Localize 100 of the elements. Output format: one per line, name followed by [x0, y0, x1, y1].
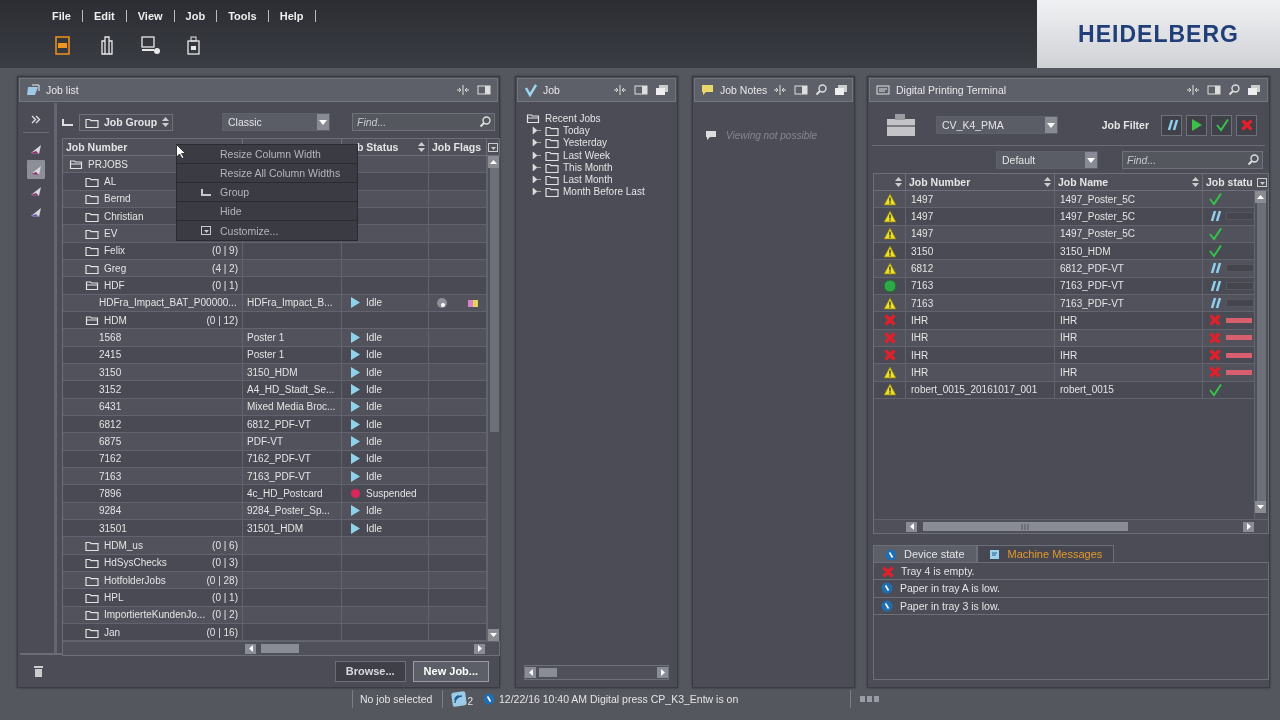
group-label[interactable]: HDM — [104, 314, 127, 326]
view-dropdown[interactable]: Classic — [222, 113, 330, 131]
sort-icon — [1192, 177, 1199, 187]
menu-item[interactable]: File — [52, 10, 71, 22]
menu-item[interactable]: Help — [279, 10, 304, 22]
group-label[interactable]: Greg — [104, 262, 127, 274]
tab[interactable]: Device state — [873, 545, 977, 562]
expand-icon[interactable] — [532, 162, 541, 172]
search-icon[interactable] — [1247, 154, 1259, 166]
table-cell: 4c_HD_Postcard — [243, 485, 342, 502]
tree-item[interactable]: This Month — [563, 161, 613, 173]
tree-item[interactable]: Last Week — [563, 149, 611, 161]
group-label[interactable]: ImportierteKundenJo... — [104, 609, 206, 621]
panel-title: Job Notes — [720, 84, 768, 96]
expand-icon[interactable] — [31, 115, 41, 124]
job-status: Idle — [366, 297, 383, 309]
table-cell: 1497_Poster_5C — [1055, 208, 1203, 225]
folders-icon[interactable] — [834, 84, 849, 96]
check-filter-icon — [1214, 118, 1229, 132]
menu-item[interactable]: Job — [185, 10, 206, 22]
expand-icon[interactable] — [532, 187, 541, 197]
group-select[interactable]: Job Group — [79, 113, 173, 131]
column-header[interactable]: Job Flags — [429, 139, 487, 155]
expand-icon[interactable] — [532, 150, 541, 160]
group-label[interactable]: HotfolderJobs — [104, 574, 166, 586]
scrollbar-thumb[interactable] — [261, 644, 299, 654]
columns-icon[interactable] — [488, 142, 498, 152]
columns-icon[interactable] — [1257, 177, 1267, 187]
pause-filter-button[interactable] — [1161, 114, 1182, 136]
device-dropdown[interactable]: CV_K4_PMA — [936, 116, 1058, 134]
scrollbar-thumb[interactable] — [539, 668, 557, 677]
new-job-button[interactable]: New Job... — [412, 660, 489, 682]
tab[interactable]: Machine Messages — [976, 545, 1115, 562]
group-label[interactable]: Jan — [104, 626, 121, 638]
trash-icon[interactable] — [34, 665, 43, 677]
table-cell: IHR — [1055, 312, 1203, 329]
horizontal-scrollbar[interactable] — [874, 519, 1268, 533]
menu-item[interactable]: View — [137, 10, 163, 22]
menu-item[interactable]: Edit — [93, 10, 115, 22]
tree-item[interactable]: Recent Jobs — [545, 112, 601, 124]
expand-icon[interactable] — [532, 138, 541, 148]
group-label[interactable]: Bernd — [104, 193, 131, 205]
item-count: (0 | 9) — [212, 245, 239, 257]
horizontal-scrollbar[interactable] — [63, 641, 499, 656]
panel-icon[interactable] — [477, 84, 491, 96]
vertical-scrollbar[interactable] — [487, 156, 500, 642]
panel-icon[interactable] — [634, 84, 648, 96]
panel-icon[interactable] — [1207, 84, 1221, 96]
split-icon[interactable] — [773, 84, 788, 96]
group-label[interactable]: HDM_us — [104, 539, 143, 551]
column-header[interactable]: Job Number — [906, 174, 1055, 190]
search-icon[interactable] — [815, 84, 828, 96]
panel-icon[interactable] — [794, 84, 809, 96]
horizontal-scrollbar[interactable] — [524, 665, 669, 680]
search-icon[interactable] — [479, 116, 491, 128]
vertical-scrollbar[interactable] — [1254, 191, 1268, 519]
group-icon[interactable] — [62, 118, 73, 126]
job-icon — [524, 83, 537, 97]
expand-icon[interactable] — [532, 125, 541, 135]
scrollbar-thumb[interactable] — [923, 522, 1128, 531]
group-label[interactable]: Felix — [104, 245, 126, 257]
menu-item[interactable]: Group — [177, 183, 357, 202]
search-field[interactable]: Find... — [1122, 151, 1263, 169]
menu-item[interactable]: Hide — [177, 202, 357, 221]
folders-icon[interactable] — [1247, 84, 1261, 96]
column-header[interactable]: Job Name — [1055, 174, 1203, 190]
check-filter-button[interactable] — [1211, 114, 1232, 136]
scrollbar-thumb[interactable] — [1257, 203, 1266, 501]
tree-item[interactable]: Month Before Last — [563, 186, 645, 198]
group-label[interactable]: HdSysChecks — [104, 557, 167, 569]
group-label[interactable]: EV — [104, 227, 118, 239]
menu-item[interactable]: Resize All Column Widths — [177, 164, 357, 183]
play-filter-button[interactable] — [1186, 114, 1207, 136]
scrollbar-thumb[interactable] — [489, 168, 499, 432]
group-label[interactable]: Christian — [104, 210, 144, 222]
split-icon[interactable] — [1186, 84, 1200, 96]
open-folder-icon[interactable] — [526, 112, 540, 124]
expand-icon[interactable] — [532, 175, 541, 185]
menu-item[interactable]: Customize... — [177, 221, 357, 240]
split-icon[interactable] — [456, 84, 470, 96]
document-icon[interactable] — [53, 36, 73, 55]
tree-item[interactable]: Yesterday — [563, 137, 608, 149]
menu-item[interactable]: Tools — [228, 10, 257, 22]
tree-item[interactable]: Last Month — [563, 174, 613, 186]
caret-icon — [319, 119, 327, 125]
search-field[interactable]: Find... — [352, 113, 495, 131]
tree-item[interactable]: Today — [563, 124, 590, 136]
search-icon[interactable] — [1228, 84, 1240, 96]
group-label[interactable]: AL — [104, 176, 117, 187]
view-dropdown[interactable]: Default — [996, 151, 1098, 169]
group-label[interactable]: HPL — [104, 591, 124, 603]
group-label[interactable]: PRJOBS — [88, 158, 128, 170]
split-icon[interactable] — [613, 84, 627, 96]
column-header[interactable]: Job statu — [1203, 174, 1254, 190]
queue-icon[interactable] — [451, 691, 468, 707]
job-status: Idle — [366, 435, 383, 447]
folders-icon[interactable] — [655, 84, 669, 96]
table-cell: 31501_HDM — [243, 519, 342, 537]
table-cell: 6812 — [63, 415, 243, 433]
group-label[interactable]: HDF — [104, 279, 125, 291]
